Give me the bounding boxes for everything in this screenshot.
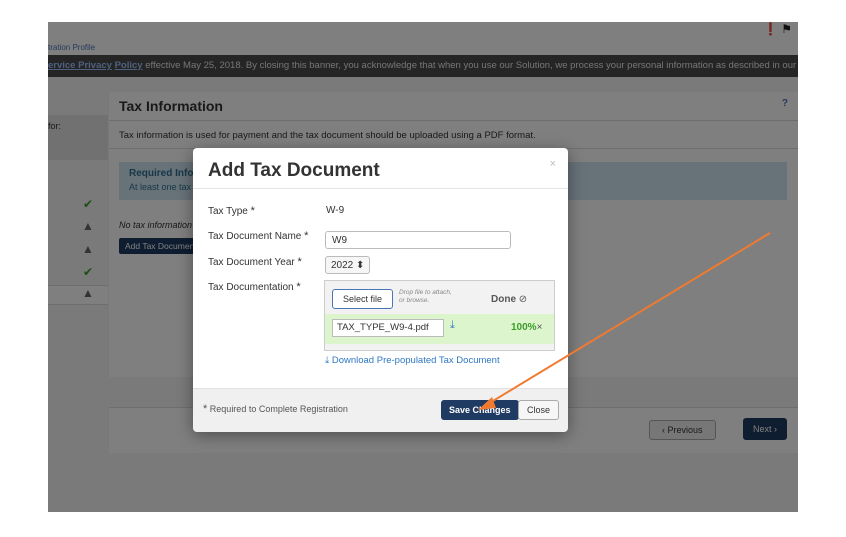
tax-type-label: Tax Type * <box>208 205 255 217</box>
select-file-button[interactable]: Select file <box>332 289 394 309</box>
tax-document-name-input[interactable]: W9 <box>325 231 511 249</box>
tax-type-label-text: Tax Type <box>208 206 248 217</box>
year-label-text: Tax Document Year <box>208 257 295 268</box>
download-link-text: Download Pre-populated Tax Document <box>331 355 500 366</box>
done-label: Done ⊘ <box>491 294 527 305</box>
drop-hint[interactable]: Drop file to attach, or browse. <box>399 289 459 305</box>
upload-box: Select file Drop file to attach, or brow… <box>324 280 555 351</box>
download-icon[interactable]: ⤓ <box>450 319 455 332</box>
download-prepopulated-link[interactable]: ⤓ Download Pre-populated Tax Document <box>325 355 500 366</box>
add-tax-document-modal: Add Tax Document × Tax Type * W-9 Tax Do… <box>193 148 568 432</box>
tax-document-name-label: Tax Document Name * <box>208 230 308 242</box>
done-text: Done <box>491 294 516 305</box>
required-star: * <box>203 403 208 415</box>
modal-footer: * Required to Complete Registration Save… <box>193 388 568 432</box>
close-icon[interactable]: × <box>550 158 556 170</box>
required-star: * <box>304 230 309 242</box>
close-button[interactable]: Close <box>518 400 560 420</box>
tax-document-year-label: Tax Document Year * <box>208 256 302 268</box>
name-label-text: Tax Document Name <box>208 231 302 242</box>
required-star: * <box>250 205 255 217</box>
save-changes-button[interactable]: Save Changes <box>441 400 519 420</box>
remove-icon[interactable]: × <box>537 322 543 333</box>
tax-type-value: W-9 <box>326 205 345 216</box>
uploaded-file-row: TAX_TYPE_W9-4.pdf ⤓ 100%× <box>325 314 554 344</box>
tax-document-year-select[interactable]: 2022 ⬍ <box>325 256 371 274</box>
tax-documentation-label: Tax Documentation * <box>208 281 301 293</box>
modal-title: Add Tax Document <box>208 160 380 181</box>
file-name-field[interactable]: TAX_TYPE_W9-4.pdf <box>332 319 444 337</box>
divider <box>193 188 568 189</box>
required-star: * <box>296 281 301 293</box>
upload-progress: 100%× <box>511 322 542 333</box>
check-circle-icon: ⊘ <box>518 294 528 305</box>
required-note-text: Required to Complete Registration <box>209 404 348 414</box>
download-icon: ⤓ <box>325 355 330 366</box>
required-note: * Required to Complete Registration <box>203 403 348 415</box>
progress-text: 100% <box>511 322 537 333</box>
doc-label-text: Tax Documentation <box>208 282 294 293</box>
required-star: * <box>297 256 302 268</box>
